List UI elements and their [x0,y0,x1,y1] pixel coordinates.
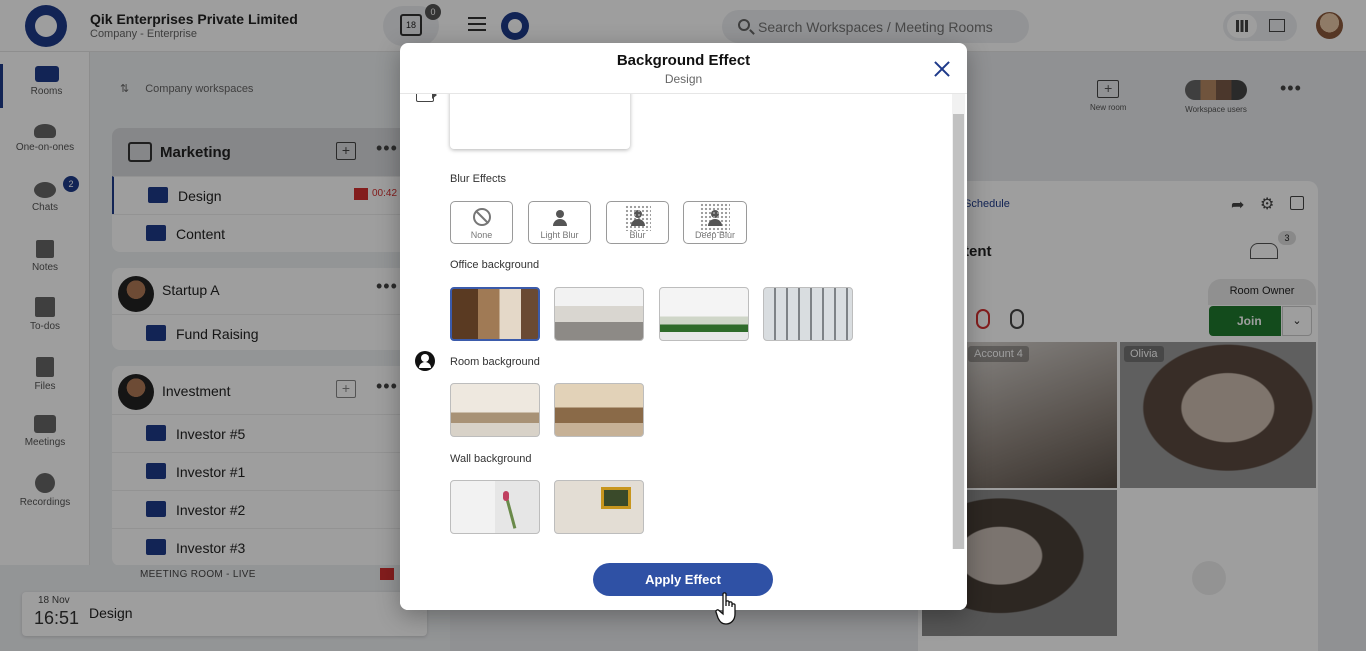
background-effect-modal: Background Effect Design Blur Effects No… [400,43,967,610]
none-icon [472,208,491,226]
hand-cursor-icon [715,592,736,625]
blur-icon [624,205,651,231]
wall-bg-flowers[interactable] [450,480,540,534]
deep-blur-icon [700,203,730,233]
camera-preview [450,94,630,149]
blur-option-label: Light Blur [540,230,579,240]
close-icon[interactable] [930,57,954,81]
wall-bg-frame[interactable] [554,480,644,534]
blur-medium-button[interactable]: Blur [606,201,669,244]
blur-deep-button[interactable]: Deep Blur [683,201,747,244]
blur-light-button[interactable]: Light Blur [528,201,591,244]
wall-background-label: Wall background [450,453,532,465]
blur-none-button[interactable]: None [450,201,513,244]
camera-icon[interactable] [416,94,437,102]
blur-effects-label: Blur Effects [450,173,507,185]
office-background-label: Office background [450,259,540,271]
modal-title: Background Effect [616,52,751,69]
room-bg-lounge[interactable] [554,383,644,437]
modal-subtitle: Design [664,72,703,86]
blur-option-label: Blur [629,230,646,240]
modal-footer: Apply Effect [400,549,967,610]
user-icon[interactable] [415,351,435,371]
office-bg-library[interactable] [450,287,540,341]
blur-option-label: None [470,230,493,240]
modal-header: Background Effect Design [400,43,967,94]
apply-effect-button[interactable]: Apply Effect [593,563,773,596]
office-bg-modern[interactable] [554,287,644,341]
scrollbar-thumb[interactable] [953,114,964,549]
room-background-label: Room background [450,356,540,368]
modal-body: Blur Effects None Light Blur Blur Deep B… [400,94,967,549]
light-blur-icon [550,208,570,228]
office-bg-glass[interactable] [763,287,853,341]
office-bg-plants[interactable] [659,287,749,341]
blur-option-label: Deep Blur [694,230,736,240]
room-bg-living[interactable] [450,383,540,437]
